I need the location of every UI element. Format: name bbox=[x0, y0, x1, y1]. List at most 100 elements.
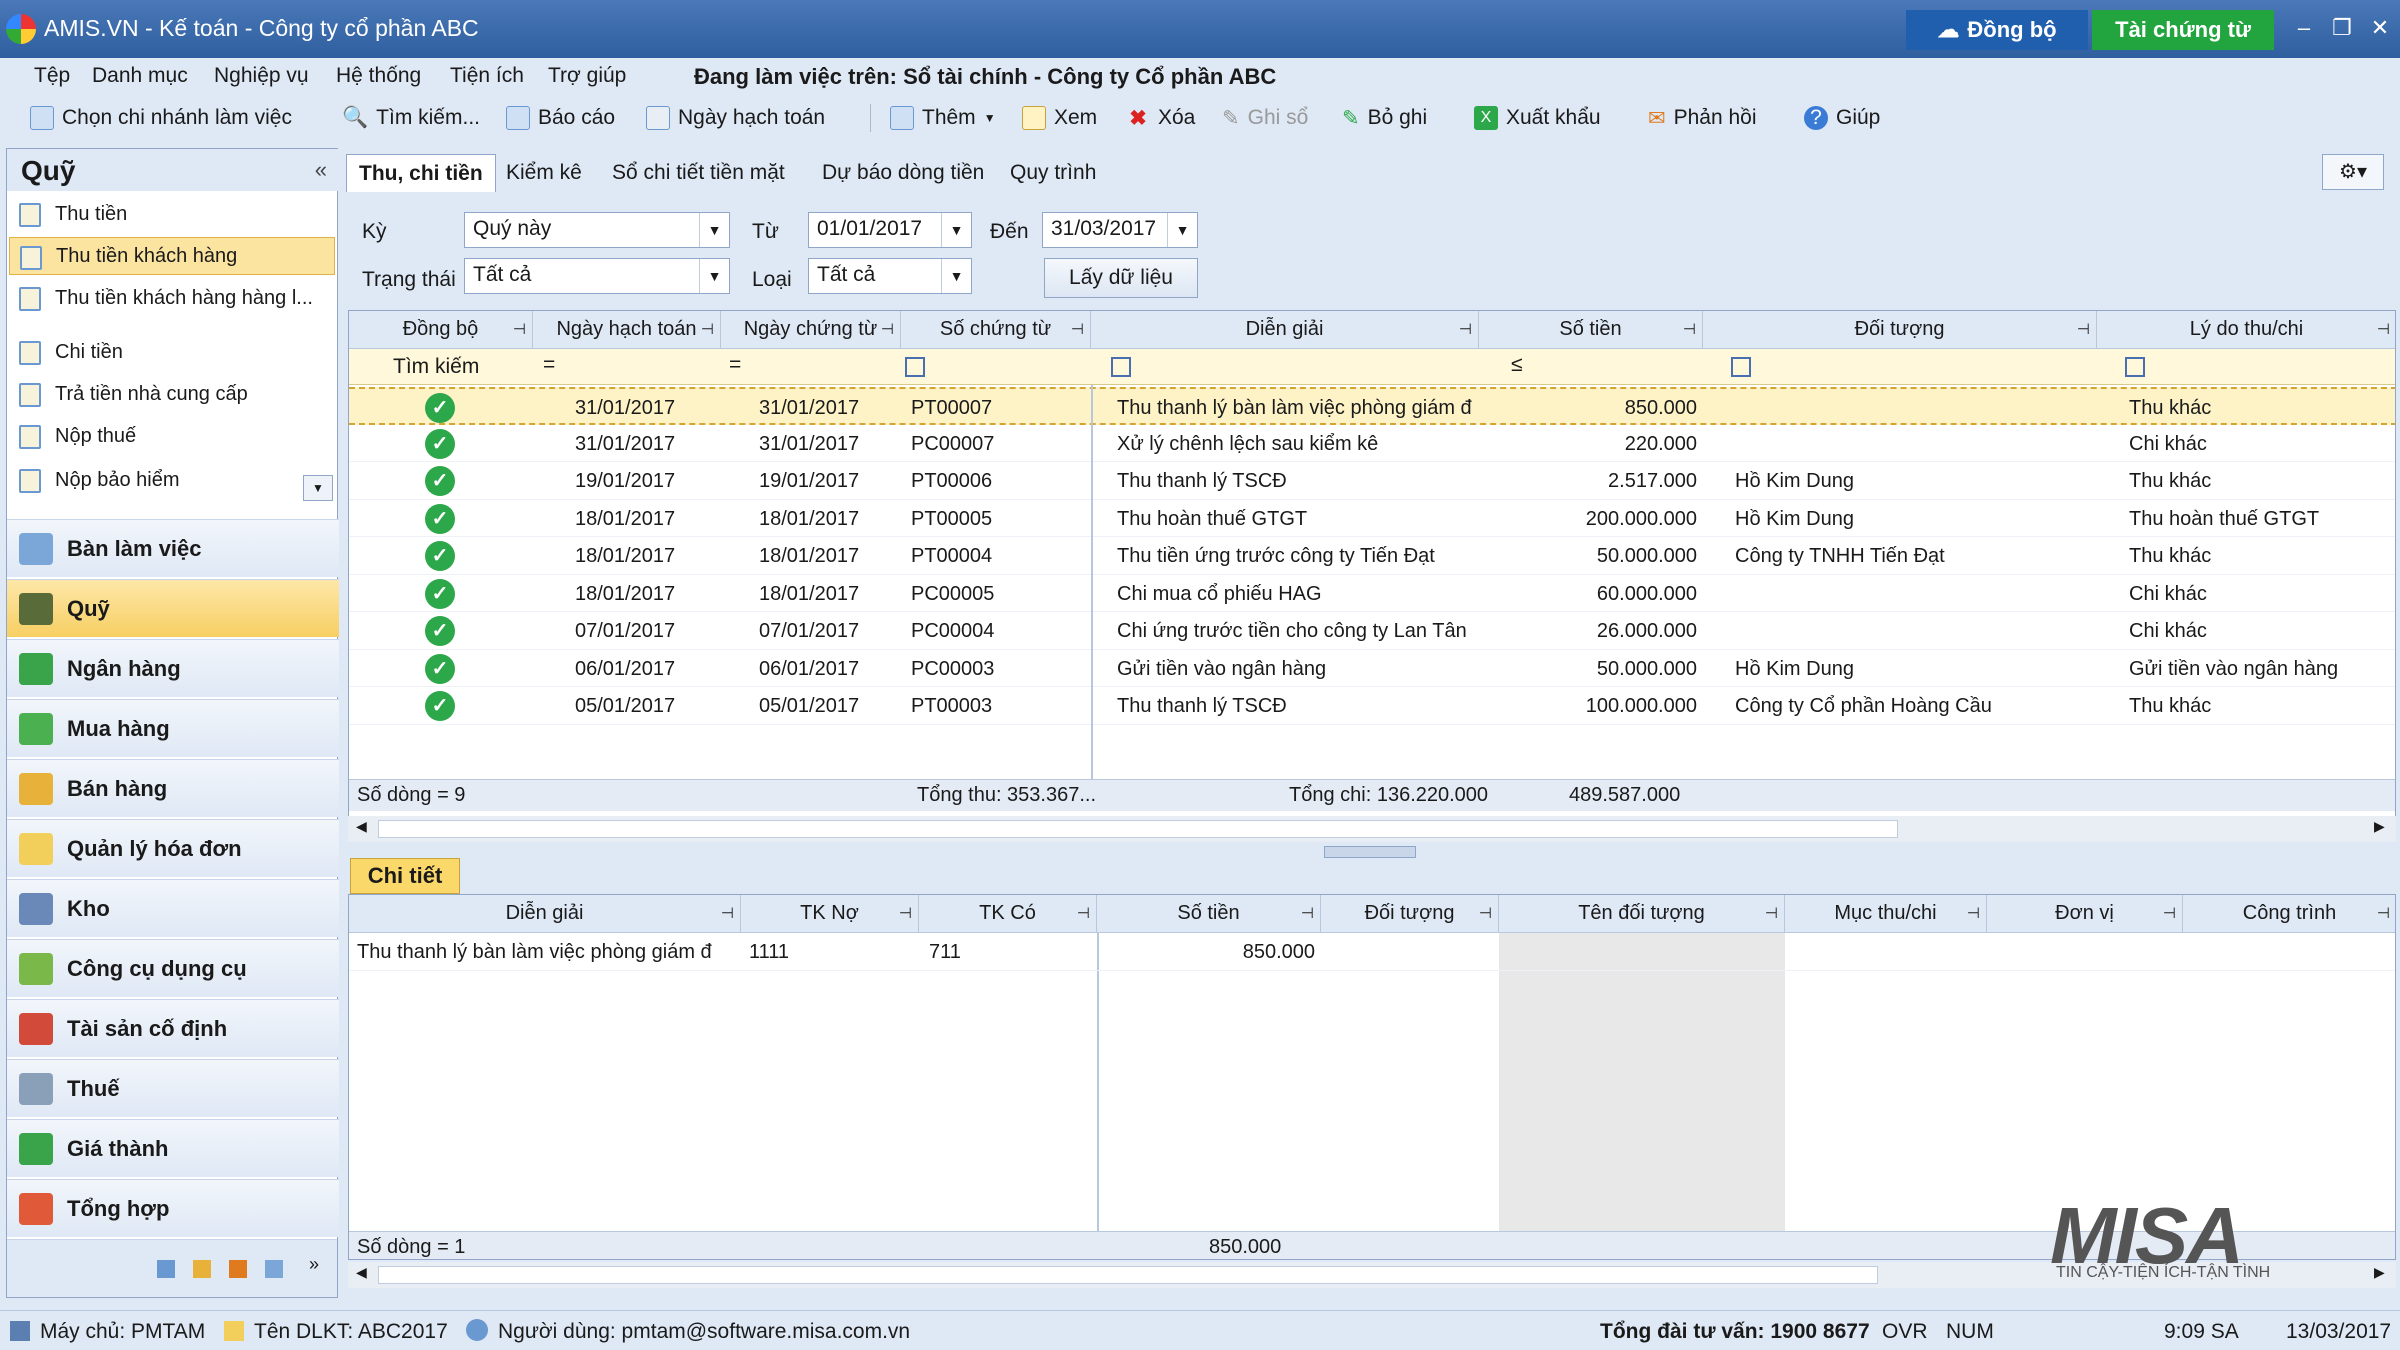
filter-checkbox[interactable] bbox=[2125, 357, 2145, 377]
pin-icon[interactable]: ⊣ bbox=[1683, 320, 1696, 338]
minimize-icon[interactable]: – bbox=[2286, 10, 2322, 46]
shortcut-icon[interactable] bbox=[229, 1260, 247, 1278]
quick-item-tra-tien-ncc[interactable]: Trả tiền nhà cung cấp bbox=[9, 375, 335, 413]
filter-operator[interactable]: ≤ bbox=[1511, 353, 1523, 377]
column-header-doc-no[interactable]: Số chứng từ ⊣ bbox=[901, 311, 1091, 349]
gear-icon[interactable]: ⚙▾ bbox=[2322, 154, 2384, 190]
pin-icon[interactable]: ⊣ bbox=[1765, 904, 1778, 922]
pin-icon[interactable]: ⊣ bbox=[701, 320, 714, 338]
tab-cash-ledger[interactable]: Sổ chi tiết tiền mặt bbox=[600, 154, 797, 192]
column-header-doc-date[interactable]: Ngày chứng từ ⊣ bbox=[721, 311, 901, 349]
fetch-data-button[interactable]: Lấy dữ liệu bbox=[1044, 258, 1198, 298]
tab-detail[interactable]: Chi tiết bbox=[350, 858, 460, 894]
menu-system[interactable]: Hệ thống bbox=[336, 64, 421, 88]
menu-help[interactable]: Trợ giúp bbox=[548, 64, 626, 88]
column-header-amount[interactable]: Số tiền ⊣ bbox=[1479, 311, 1703, 349]
type-select[interactable]: Tất cả ▼ bbox=[808, 258, 972, 294]
pin-icon[interactable]: ⊣ bbox=[2377, 904, 2390, 922]
module-sales[interactable]: Bán hàng bbox=[7, 759, 339, 817]
detail-header-description[interactable]: Diễn giải ⊣ bbox=[349, 895, 741, 933]
pin-icon[interactable]: ⊣ bbox=[1479, 904, 1492, 922]
detail-header-object-name[interactable]: Tên đối tượng ⊣ bbox=[1499, 895, 1785, 933]
scroll-right-icon[interactable]: ▶ bbox=[2374, 1264, 2385, 1281]
pin-icon[interactable]: ⊣ bbox=[1301, 904, 1314, 922]
detail-row[interactable]: Thu thanh lý bàn làm việc phòng giám đ 11… bbox=[349, 933, 2395, 971]
column-header-reason[interactable]: Lý do thu/chi ⊣ bbox=[2097, 311, 2395, 349]
detail-header-debit[interactable]: TK Nợ ⊣ bbox=[741, 895, 919, 933]
export-button[interactable]: X Xuất khẩu bbox=[1474, 102, 1601, 134]
add-button[interactable]: Thêm ▼ bbox=[890, 102, 996, 134]
pin-icon[interactable]: ⊣ bbox=[2377, 320, 2390, 338]
tab-stocktake[interactable]: Kiểm kê bbox=[494, 154, 594, 192]
close-icon[interactable]: ✕ bbox=[2362, 10, 2398, 46]
pin-icon[interactable]: ⊣ bbox=[899, 904, 912, 922]
scroll-right-icon[interactable]: ▶ bbox=[2374, 818, 2385, 835]
table-row[interactable]: ✓ 18/01/2017 18/01/2017 PC00005 Chi mua cổ p… bbox=[349, 575, 2395, 612]
detail-header-credit[interactable]: TK Có ⊣ bbox=[919, 895, 1097, 933]
help-button[interactable]: ? Giúp bbox=[1804, 102, 1880, 134]
tab-receipts-payments[interactable]: Thu, chi tiền bbox=[346, 154, 496, 192]
module-warehouse[interactable]: Kho bbox=[7, 879, 339, 937]
menu-operations[interactable]: Nghiệp vụ bbox=[214, 64, 309, 88]
branch-button[interactable]: Chọn chi nhánh làm việc bbox=[30, 102, 292, 134]
module-general[interactable]: Tổng hợp bbox=[7, 1179, 339, 1237]
filter-checkbox[interactable] bbox=[1731, 357, 1751, 377]
quick-item-chi-tien[interactable]: Chi tiền bbox=[9, 333, 335, 371]
sync-button[interactable]: ☁ Đồng bộ bbox=[1906, 10, 2088, 50]
module-tax[interactable]: Thuế bbox=[7, 1059, 339, 1117]
view-button[interactable]: Xem bbox=[1022, 102, 1097, 134]
splitter-handle[interactable] bbox=[1324, 846, 1416, 858]
table-row[interactable]: ✓ 18/01/2017 18/01/2017 PT00005 Thu hoàn thu… bbox=[349, 500, 2395, 537]
posting-date-button[interactable]: Ngày hạch toán bbox=[646, 102, 825, 134]
column-header-object[interactable]: Đối tượng ⊣ bbox=[1703, 311, 2097, 349]
pin-icon[interactable]: ⊣ bbox=[1459, 320, 1472, 338]
tab-cash-forecast[interactable]: Dự báo dòng tiền bbox=[810, 154, 996, 192]
collapse-icon[interactable]: « bbox=[315, 157, 327, 183]
module-purchase[interactable]: Mua hàng bbox=[7, 699, 339, 757]
table-row[interactable]: ✓ 31/01/2017 31/01/2017 PT00007 Thu thanh lý… bbox=[349, 387, 2395, 425]
filter-operator[interactable]: = bbox=[543, 353, 555, 377]
table-row[interactable]: ✓ 05/01/2017 05/01/2017 PT00003 Thu thanh lý… bbox=[349, 687, 2395, 725]
from-date-input[interactable]: 01/01/2017 ▼ bbox=[808, 212, 972, 248]
search-button[interactable]: 🔍 Tìm kiếm... bbox=[342, 102, 480, 134]
pin-icon[interactable]: ⊣ bbox=[881, 320, 894, 338]
pin-icon[interactable]: ⊣ bbox=[1077, 904, 1090, 922]
scroll-left-icon[interactable]: ◀ bbox=[356, 1264, 367, 1281]
module-tools[interactable]: Công cụ dụng cụ bbox=[7, 939, 339, 997]
menu-catalog[interactable]: Danh mục bbox=[92, 64, 188, 88]
filter-checkbox[interactable] bbox=[905, 357, 925, 377]
module-invoice[interactable]: Quản lý hóa đơn bbox=[7, 819, 339, 877]
status-select[interactable]: Tất cả ▼ bbox=[464, 258, 730, 294]
module-cash[interactable]: Quỹ bbox=[7, 579, 339, 637]
scroll-thumb[interactable] bbox=[378, 1266, 1878, 1284]
pin-icon[interactable]: ⊣ bbox=[1071, 320, 1084, 338]
module-cost[interactable]: Giá thành bbox=[7, 1119, 339, 1177]
pin-icon[interactable]: ⊣ bbox=[513, 320, 526, 338]
menu-file[interactable]: Tệp bbox=[34, 64, 70, 88]
delete-button[interactable]: ✖ Xóa bbox=[1126, 102, 1195, 134]
detail-header-project[interactable]: Công trình ⊣ bbox=[2183, 895, 2395, 933]
module-fixed-assets[interactable]: Tài sản cố định bbox=[7, 999, 339, 1057]
shortcut-icon[interactable] bbox=[157, 1260, 175, 1278]
module-bank[interactable]: Ngân hàng bbox=[7, 639, 339, 697]
pin-icon[interactable]: ⊣ bbox=[721, 904, 734, 922]
detail-header-object[interactable]: Đối tượng ⊣ bbox=[1321, 895, 1499, 933]
filter-checkbox[interactable] bbox=[1111, 357, 1131, 377]
post-button[interactable]: ✎ Ghi sổ bbox=[1222, 102, 1308, 134]
to-date-input[interactable]: 31/03/2017 ▼ bbox=[1042, 212, 1198, 248]
quick-item-nop-bao-hiem[interactable]: Nộp bảo hiểm bbox=[9, 461, 335, 499]
unpost-button[interactable]: ✎ Bỏ ghi bbox=[1342, 102, 1427, 134]
quick-item-thu-tien-khach-hang[interactable]: Thu tiền khách hàng bbox=[9, 237, 335, 275]
table-row[interactable]: ✓ 18/01/2017 18/01/2017 PT00004 Thu tiền ứng… bbox=[349, 537, 2395, 575]
detail-header-category[interactable]: Mục thu/chi ⊣ bbox=[1785, 895, 1987, 933]
table-row[interactable]: ✓ 06/01/2017 06/01/2017 PC00003 Gửi tiền vào… bbox=[349, 650, 2395, 687]
menu-utilities[interactable]: Tiện ích bbox=[450, 64, 524, 88]
column-header-sync[interactable]: Đồng bộ ⊣ bbox=[349, 311, 533, 349]
column-header-description[interactable]: Diễn giải ⊣ bbox=[1091, 311, 1479, 349]
feedback-button[interactable]: ✉ Phản hồi bbox=[1648, 102, 1757, 134]
detail-header-unit[interactable]: Đơn vị ⊣ bbox=[1987, 895, 2183, 933]
table-row[interactable]: ✓ 19/01/2017 19/01/2017 PT00006 Thu thanh lý… bbox=[349, 462, 2395, 500]
table-row[interactable]: ✓ 07/01/2017 07/01/2017 PC00004 Chi ứng trướ… bbox=[349, 612, 2395, 650]
quick-item-nop-thue[interactable]: Nộp thuế bbox=[9, 417, 335, 455]
pin-icon[interactable]: ⊣ bbox=[1967, 904, 1980, 922]
